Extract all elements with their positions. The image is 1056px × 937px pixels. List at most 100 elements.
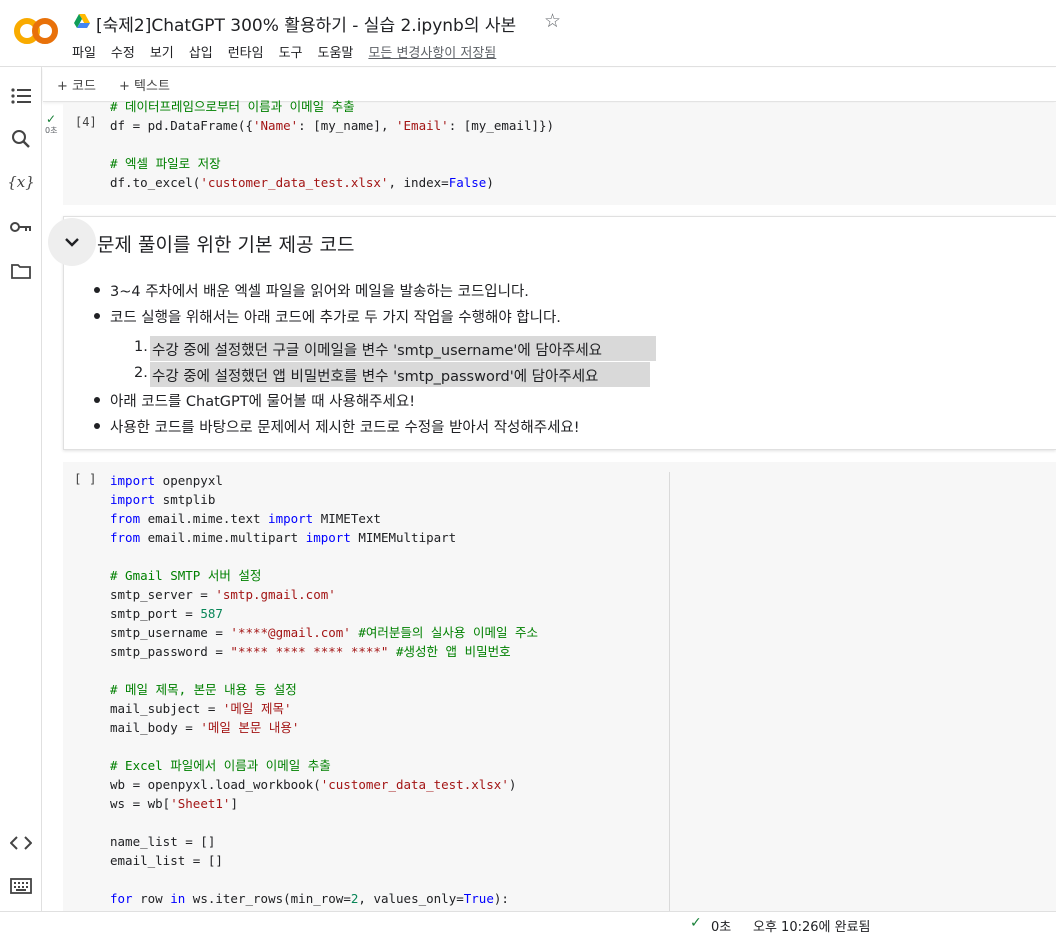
menu-bar: 파일 수정 보기 삽입 런타임 도구 도움말 모든 변경사항이 저장됨 (72, 42, 511, 61)
code-editor[interactable]: # 데이터프레임으로부터 이름과 이메일 추출 df = pd.DataFrame… (110, 97, 554, 192)
saved-status-link[interactable]: 모든 변경사항이 저장됨 (368, 42, 496, 61)
key-icon[interactable] (10, 216, 32, 238)
code-line[interactable]: # 데이터프레임으로부터 이름과 이메일 추출 (110, 97, 554, 116)
search-icon[interactable] (10, 128, 32, 150)
toc-icon[interactable] (10, 85, 32, 107)
collapse-section-button[interactable] (48, 218, 96, 266)
add-code-button[interactable]: + 코드 (57, 75, 96, 94)
menu-insert[interactable]: 삽입 (189, 42, 213, 61)
code-cell[interactable]: [4] # 데이터프레임으로부터 이름과 이메일 추출 df = pd.DataF… (63, 99, 1056, 205)
code-token: import (268, 511, 314, 526)
code-token: smtp_password = (110, 644, 231, 659)
code-token: import (305, 530, 351, 545)
code-token: mail_body = (110, 720, 201, 735)
code-line[interactable]: # 메일 제목, 본문 내용 등 설정 (110, 680, 538, 699)
code-line[interactable]: df.to_excel('customer_data_test.xlsx', i… (110, 173, 554, 192)
code-token: df.to_excel( (110, 175, 201, 190)
notebook-title[interactable]: [숙제2]ChatGPT 300% 활용하기 - 실습 2.ipynb의 사본 (96, 11, 516, 36)
code-token: , index= (388, 175, 449, 190)
code-line[interactable]: mail_body = '메일 본문 내용' (110, 718, 538, 737)
section-heading: 문제 풀이를 위한 기본 제공 코드 (97, 234, 355, 256)
code-line[interactable]: smtp_port = 587 (110, 604, 538, 623)
code-token: ws.iter_rows(min_row= (185, 891, 351, 906)
code-line[interactable]: from email.mime.text import MIMEText (110, 509, 538, 528)
code-line[interactable] (110, 661, 538, 680)
code-line[interactable] (110, 547, 538, 566)
bullet-dot (94, 397, 100, 403)
code-line[interactable]: ws = wb['Sheet1'] (110, 794, 538, 813)
code-line[interactable] (110, 737, 538, 756)
terminal-icon[interactable] (10, 875, 32, 897)
code-token: MIMEText (313, 511, 381, 526)
code-token: '메일 본문 내용' (200, 720, 300, 735)
code-token: 'customer_data_test.xlsx' (320, 777, 509, 792)
run-duration: 0초 (45, 126, 58, 135)
menu-view[interactable]: 보기 (150, 42, 174, 61)
code-snippets-icon[interactable] (10, 832, 32, 854)
code-line[interactable]: smtp_username = '****@gmail.com' #여러분들의 … (110, 623, 538, 642)
menu-edit[interactable]: 수정 (111, 42, 135, 61)
code-token: # Excel 파일에서 이름과 이메일 추출 (110, 758, 331, 773)
code-token: for (110, 891, 133, 906)
code-line[interactable]: mail_subject = '메일 제목' (110, 699, 538, 718)
list-item: 사용한 코드를 바탕으로 문제에서 제시한 코드로 수정을 받아서 작성해주세요… (110, 420, 580, 436)
code-line[interactable]: name_list = [] (110, 832, 538, 851)
code-token: 'smtp.gmail.com' (215, 587, 336, 602)
list-item: 아래 코드를 ChatGPT에 물어볼 때 사용해주세요! (110, 394, 416, 410)
code-token: '메일 제목' (222, 701, 292, 716)
code-token: openpyxl (155, 473, 223, 488)
editor-ruler (669, 472, 670, 911)
menu-file[interactable]: 파일 (72, 42, 96, 61)
code-line[interactable]: smtp_server = 'smtp.gmail.com' (110, 585, 538, 604)
code-token: smtp_port = (110, 606, 201, 621)
bullet-dot (94, 423, 100, 429)
execution-count[interactable]: [ ] (74, 471, 97, 486)
code-editor[interactable]: import openpyxl import smtplib from email.… (110, 471, 538, 908)
code-token: : [my_name], (298, 118, 396, 133)
code-token: MIMEMultipart (350, 530, 457, 545)
code-token: # 데이터프레임으로부터 이름과 이메일 추출 (110, 99, 355, 114)
code-line[interactable]: from email.mime.multipart import MIMEMul… (110, 528, 538, 547)
ordered-list-item: 수강 중에 설정했던 앱 비밀번호를 변수 'smtp_password'에 담… (150, 362, 650, 387)
status-bar: ✓ 0초 오후 10:26에 완료됨 (0, 911, 1056, 937)
code-token: ] (230, 796, 238, 811)
code-cell[interactable]: [ ] import openpyxl import smtplib from em… (63, 462, 1056, 911)
status-completed-text[interactable]: 오후 10:26에 완료됨 (753, 916, 871, 935)
menu-runtime[interactable]: 런타임 (228, 42, 264, 61)
menu-help[interactable]: 도움말 (318, 42, 354, 61)
bullet-dot (94, 313, 100, 319)
code-line[interactable]: email_list = [] (110, 851, 538, 870)
code-line[interactable]: # 엑셀 파일로 저장 (110, 154, 554, 173)
code-line[interactable] (110, 135, 554, 154)
code-token: : [my_email]}) (448, 118, 555, 133)
code-token: "**** **** **** ****" (230, 644, 389, 659)
list-item: 코드 실행을 위해서는 아래 코드에 추가로 두 가지 작업을 수행해야 합니다… (110, 310, 561, 326)
code-token: email_list = [] (110, 853, 223, 868)
variables-icon[interactable]: {x} (7, 171, 35, 193)
code-line[interactable]: # Excel 파일에서 이름과 이메일 추출 (110, 756, 538, 775)
add-text-button[interactable]: + 텍스트 (119, 75, 170, 94)
code-token: #여러분들의 실사용 이메일 주소 (350, 625, 538, 640)
google-drive-icon[interactable] (74, 14, 90, 28)
star-icon[interactable]: ☆ (544, 10, 561, 32)
menu-tools[interactable]: 도구 (279, 42, 303, 61)
code-token: ): (493, 891, 509, 906)
code-token: import (110, 492, 156, 507)
code-line[interactable]: df = pd.DataFrame({'Name': [my_name], 'E… (110, 116, 554, 135)
code-token: import (110, 473, 156, 488)
code-line[interactable]: smtp_password = "**** **** **** ****" #생… (110, 642, 538, 661)
code-token: 587 (200, 606, 223, 621)
folder-icon[interactable] (10, 260, 32, 282)
code-token: smtp_server = (110, 587, 216, 602)
code-line[interactable]: # Gmail SMTP 서버 설정 (110, 566, 538, 585)
code-token: from (110, 511, 141, 526)
code-line[interactable] (110, 870, 538, 889)
code-line[interactable]: import openpyxl (110, 471, 538, 490)
code-line[interactable]: for row in ws.iter_rows(min_row=2, value… (110, 889, 538, 908)
code-line[interactable]: import smtplib (110, 490, 538, 509)
code-token: smtplib (155, 492, 216, 507)
code-line[interactable]: wb = openpyxl.load_workbook('customer_da… (110, 775, 538, 794)
colab-logo-icon[interactable] (14, 16, 58, 46)
code-line[interactable] (110, 813, 538, 832)
code-token: mail_subject = (110, 701, 223, 716)
